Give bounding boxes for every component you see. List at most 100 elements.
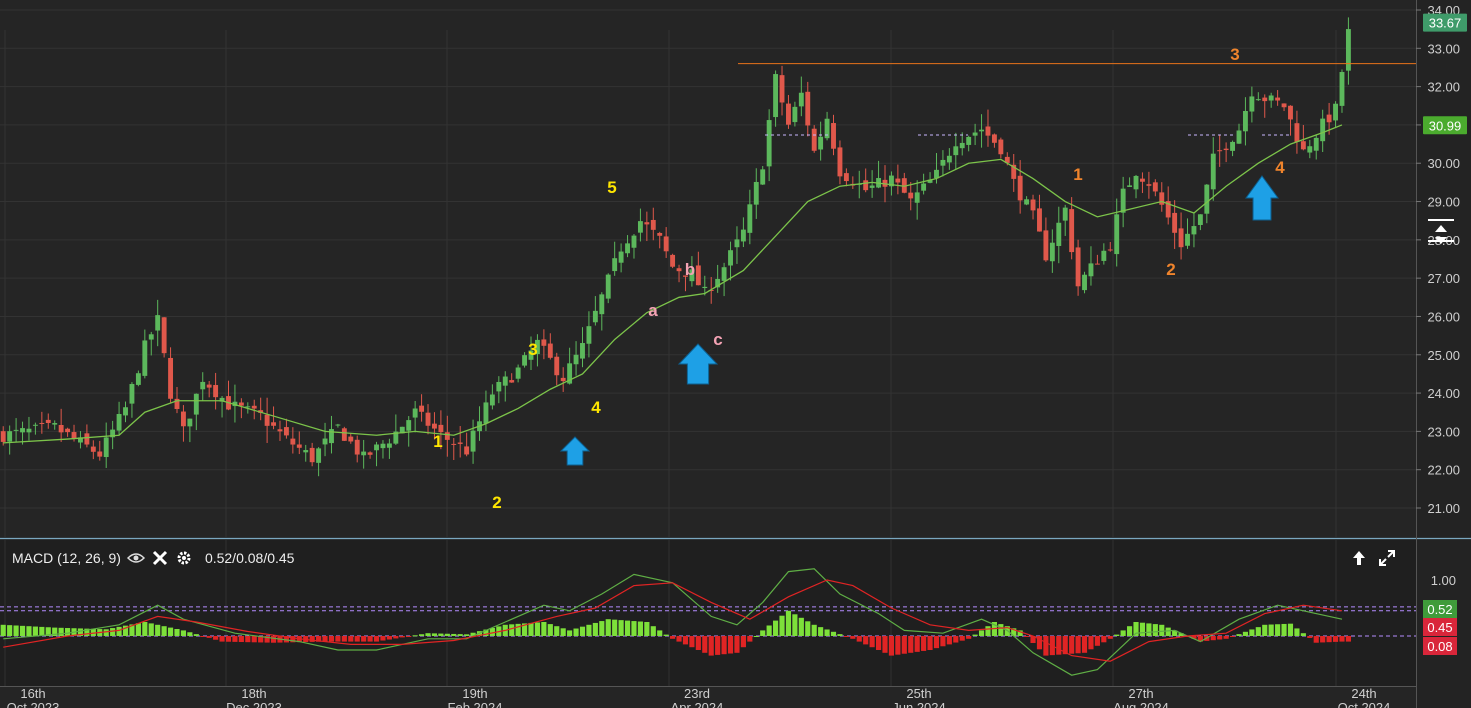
candle-body (728, 250, 733, 266)
price-tick-label: 29.00 (1427, 195, 1460, 210)
candle-body (1082, 274, 1087, 291)
candle-body (1037, 208, 1042, 232)
candle-body (1107, 249, 1113, 251)
candle-body (798, 92, 804, 107)
close-icon[interactable] (151, 549, 169, 567)
histogram-bar (785, 610, 792, 636)
wave-label: 1 (433, 432, 442, 451)
histogram-bar (1210, 636, 1216, 641)
candle-body (702, 286, 708, 289)
histogram-bar (592, 622, 598, 636)
histogram-bar (348, 636, 354, 642)
candle-body (1075, 247, 1081, 287)
histogram-bar (708, 636, 714, 656)
candle-body (1320, 118, 1326, 142)
candle-body (374, 444, 379, 451)
candle-body (348, 436, 354, 442)
macd-title: MACD (12, 26, 9) (12, 550, 121, 566)
candle-body (985, 126, 991, 136)
candle-body (1217, 150, 1223, 152)
candle-body (419, 405, 425, 412)
price-tick-label: 23.00 (1427, 424, 1460, 439)
histogram-bar (1120, 630, 1126, 636)
candle-body (766, 120, 772, 167)
x-tick-day: 27th (1128, 686, 1153, 701)
histogram-bar (380, 636, 386, 641)
histogram-bar (985, 626, 991, 636)
candle-body (71, 432, 77, 439)
macd-badge: 0.08 (1427, 639, 1452, 654)
candle-body (251, 405, 257, 409)
candle-body (496, 381, 502, 392)
x-tick-period: Oct 2024 (1338, 700, 1391, 708)
candle-body (116, 413, 122, 431)
candle-body (1094, 263, 1100, 265)
histogram-bar (251, 636, 257, 643)
wave-label: 2 (492, 493, 501, 512)
candle-body (1185, 233, 1190, 246)
candle-body (502, 376, 508, 386)
candle-body (1339, 72, 1345, 106)
histogram-bar (116, 626, 122, 636)
histogram-bar (560, 628, 566, 636)
price-tick-label: 22.00 (1427, 463, 1460, 478)
candle-body (1294, 123, 1300, 142)
histogram-bar (811, 624, 817, 636)
histogram-bar (773, 620, 779, 636)
candle-body (522, 355, 528, 366)
histogram-bar (927, 636, 933, 650)
candle-body (1172, 212, 1178, 233)
gear-icon[interactable] (175, 549, 193, 567)
candle-body (760, 169, 766, 185)
candle-body (489, 394, 495, 406)
histogram-bar (1152, 624, 1158, 636)
histogram-bar (457, 634, 463, 636)
histogram-bar (818, 627, 824, 636)
x-tick-day: 25th (906, 686, 931, 701)
candle-body (721, 267, 727, 281)
histogram-bar (946, 636, 952, 645)
candle-body (869, 185, 875, 188)
candle-body (734, 239, 740, 248)
histogram-bar (19, 625, 26, 636)
candle-body (7, 431, 13, 442)
price-tick-label: 26.00 (1427, 309, 1460, 324)
candle-body (972, 132, 978, 136)
candle-body (631, 235, 637, 248)
candle-body (1017, 175, 1023, 201)
histogram-bar (695, 636, 701, 650)
macd-badge: 0.52 (1427, 602, 1452, 617)
candle-body (1249, 96, 1255, 112)
histogram-bar (110, 628, 116, 636)
candle-body (663, 236, 669, 252)
histogram-bar (966, 636, 972, 639)
wave-label: 5 (607, 178, 616, 197)
candle-body (747, 204, 753, 233)
eye-icon[interactable] (126, 549, 145, 567)
histogram-bar (148, 623, 154, 636)
histogram-bar (856, 636, 862, 642)
histogram-bar (676, 636, 682, 642)
expand-icon[interactable] (1377, 548, 1397, 568)
candle-body (946, 155, 952, 163)
price-tick-label: 24.00 (1427, 386, 1460, 401)
histogram-bar (978, 630, 985, 636)
histogram-bar (1107, 636, 1113, 639)
x-tick-day: 24th (1351, 686, 1376, 701)
candle-body (831, 123, 836, 149)
candle-body (26, 428, 32, 433)
candle-body (670, 254, 676, 267)
histogram-bar (644, 622, 650, 636)
histogram-bar (1223, 636, 1229, 639)
candle-body (32, 424, 38, 426)
histogram-bar (670, 636, 676, 639)
candle-body (1088, 263, 1094, 277)
histogram-bar (618, 620, 624, 636)
candle-body (811, 128, 817, 151)
histogram-bar (863, 636, 869, 645)
arrow-up-icon[interactable] (1349, 548, 1369, 568)
histogram-bar (1287, 623, 1294, 636)
histogram-bar (798, 617, 804, 636)
histogram-bar (933, 636, 940, 649)
candle-body (238, 402, 244, 406)
